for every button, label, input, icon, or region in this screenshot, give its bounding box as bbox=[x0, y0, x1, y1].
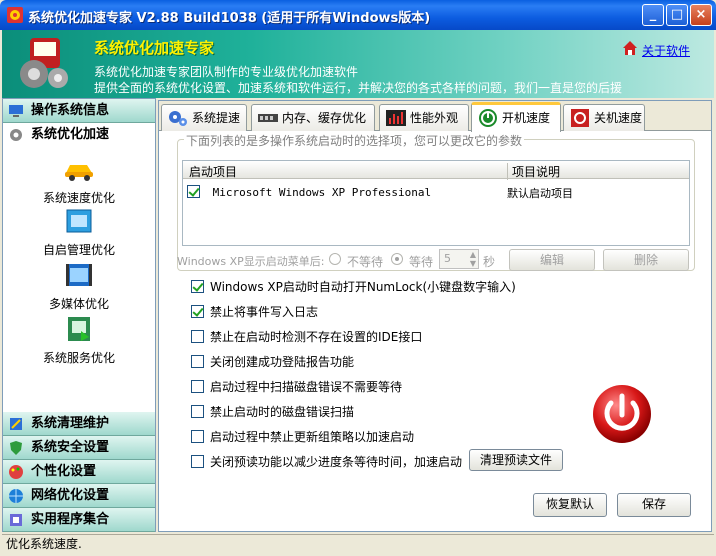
group-caption: 下面列表的是多操作系统启动时的选择项，您可以更改它的参数 bbox=[184, 132, 525, 149]
network-icon bbox=[9, 489, 23, 503]
option-checkbox[interactable] bbox=[191, 305, 204, 318]
tab-performance-appearance[interactable]: 性能外观 bbox=[379, 104, 469, 131]
app-icon bbox=[7, 7, 23, 23]
clear-prefetch-button[interactable]: 清理预读文件 bbox=[469, 449, 563, 471]
option-no-wait-disk-scan[interactable]: 启动过程中扫描磁盘错误不需要等待 bbox=[191, 378, 402, 396]
sidebar-category-optimize[interactable]: 系统优化加速 bbox=[3, 123, 155, 147]
sidebar-category-os-info[interactable]: 操作系统信息 bbox=[3, 99, 155, 123]
logo-icon bbox=[20, 38, 68, 88]
header-description-line2: 提供全面的系统优化设置、加速系统和软件运行，并解决您的各式各样的问题，我们一直是… bbox=[94, 81, 623, 95]
option-checkbox[interactable] bbox=[191, 355, 204, 368]
close-button[interactable]: × bbox=[690, 4, 712, 26]
palette-icon bbox=[9, 465, 23, 479]
option-checkbox[interactable] bbox=[191, 330, 204, 343]
maximize-button[interactable]: □ bbox=[666, 4, 688, 26]
main-panel: 系统提速 内存、缓存优化 性能外观 开机速度 关机速度 下面列表的是多操作系统启… bbox=[158, 100, 712, 532]
chart-icon bbox=[386, 110, 406, 126]
sidebar-category-cleanup[interactable]: 系统清理维护 bbox=[3, 412, 155, 436]
sidebar-item-multimedia[interactable]: 多媒体优化 bbox=[3, 261, 155, 312]
monitor-icon bbox=[9, 105, 23, 117]
power-icon bbox=[479, 109, 497, 127]
no-wait-label: 不等待 bbox=[347, 255, 384, 269]
seconds-label: 秒 bbox=[483, 255, 496, 269]
gears-icon bbox=[169, 111, 187, 126]
tab-shutdown-speed[interactable]: 关机速度 bbox=[563, 104, 645, 131]
delete-button[interactable]: 删除 bbox=[603, 249, 689, 271]
boot-item-description: 默认启动项目 bbox=[507, 187, 573, 200]
broom-icon bbox=[10, 418, 22, 430]
sidebar-bottom-categories: 系统清理维护 系统安全设置 个性化设置 网络优化设置 实用程序集合 bbox=[3, 412, 155, 532]
sidebar-items: 系统速度优化 自启管理优化 多媒体优化 系统服务优化 bbox=[3, 147, 155, 437]
boot-item-checkbox[interactable] bbox=[187, 185, 200, 198]
sidebar-category-tools[interactable]: 实用程序集合 bbox=[3, 508, 155, 532]
save-button[interactable]: 保存 bbox=[617, 493, 691, 517]
car-icon bbox=[65, 165, 93, 181]
sidebar-item-speed[interactable]: 系统速度优化 bbox=[3, 155, 155, 206]
boot-item-name: Microsoft Windows XP Professional bbox=[212, 186, 432, 199]
shutdown-icon bbox=[571, 109, 589, 127]
option-checkbox[interactable] bbox=[191, 430, 204, 443]
option-disable-group-policy-update[interactable]: 启动过程中禁止更新组策略以加速启动 bbox=[191, 428, 414, 446]
gear-icon bbox=[10, 129, 22, 141]
listview-header: 启动项目 项目说明 bbox=[183, 161, 689, 180]
boot-items-listview[interactable]: 启动项目 项目说明 Microsoft Windows XP Professio… bbox=[182, 160, 690, 246]
sidebar-category-personalize[interactable]: 个性化设置 bbox=[3, 460, 155, 484]
col-boot-item[interactable]: 启动项目 bbox=[189, 163, 237, 180]
service-icon bbox=[68, 317, 90, 341]
window-title: 系统优化加速专家 V2.88 Build1038 (适用于所有Windows版本… bbox=[28, 11, 431, 26]
header-title: 系统优化加速专家 bbox=[94, 39, 215, 57]
option-checkbox[interactable] bbox=[191, 455, 204, 468]
window-icon bbox=[66, 209, 92, 233]
tools-icon bbox=[10, 514, 22, 526]
memory-icon bbox=[258, 114, 278, 122]
spin-up-icon[interactable]: ▲ bbox=[470, 250, 476, 259]
tab-system-speedup[interactable]: 系统提速 bbox=[161, 104, 247, 131]
option-disable-event-log[interactable]: 禁止将事件写入日志 bbox=[191, 303, 318, 321]
sidebar-item-services[interactable]: 系统服务优化 bbox=[3, 315, 155, 366]
option-disable-prefetch[interactable]: 关闭预读功能以减少进度条等待时间，加速启动 bbox=[191, 453, 462, 471]
option-disable-disk-scan[interactable]: 禁止启动时的磁盘错误扫描 bbox=[191, 403, 354, 421]
home-icon[interactable] bbox=[622, 40, 638, 56]
option-checkbox[interactable] bbox=[191, 380, 204, 393]
status-text: 优化系统速度. bbox=[6, 537, 82, 551]
app-header: 系统优化加速专家 系统优化加速专家团队制作的专业级优化加速软件 提供全面的系统优… bbox=[2, 30, 714, 98]
wait-label: 等待 bbox=[409, 255, 434, 269]
option-checkbox[interactable] bbox=[191, 280, 204, 293]
title-bar: 系统优化加速专家 V2.88 Build1038 (适用于所有Windows版本… bbox=[0, 0, 716, 30]
option-numlock[interactable]: Windows XP启动时自动打开NumLock(小键盘数字输入) bbox=[191, 278, 516, 296]
status-bar: 优化系统速度. bbox=[2, 534, 714, 554]
option-skip-ide-detect[interactable]: 禁止在启动时检测不存在设置的IDE接口 bbox=[191, 328, 422, 346]
header-description-line1: 系统优化加速专家团队制作的专业级优化加速软件 bbox=[94, 65, 359, 79]
edit-button[interactable]: 编辑 bbox=[509, 249, 595, 271]
film-icon bbox=[66, 264, 92, 286]
power-button-icon bbox=[593, 385, 651, 443]
spin-down-icon[interactable]: ▼ bbox=[470, 259, 476, 268]
sidebar-category-network[interactable]: 网络优化设置 bbox=[3, 484, 155, 508]
about-software-link[interactable]: 关于软件 bbox=[642, 42, 690, 59]
sidebar-category-security[interactable]: 系统安全设置 bbox=[3, 436, 155, 460]
tab-memory-cache[interactable]: 内存、缓存优化 bbox=[251, 104, 375, 131]
minimize-button[interactable]: _ bbox=[642, 4, 664, 26]
sidebar-item-autostart[interactable]: 自启管理优化 bbox=[3, 207, 155, 258]
shield-icon bbox=[10, 441, 22, 455]
restore-default-button[interactable]: 恢复默认 bbox=[533, 493, 607, 517]
option-disable-login-report[interactable]: 关闭创建成功登陆报告功能 bbox=[191, 353, 354, 371]
tab-boot-speed[interactable]: 开机速度 bbox=[471, 102, 561, 132]
wait-radio[interactable] bbox=[391, 253, 403, 265]
boot-menu-label: Windows XP显示启动菜单后: bbox=[177, 255, 325, 268]
tab-bar: 系统提速 内存、缓存优化 性能外观 开机速度 关机速度 bbox=[159, 101, 711, 132]
list-item[interactable]: Microsoft Windows XP Professional 默认启动项目 bbox=[187, 185, 687, 201]
no-wait-radio[interactable] bbox=[329, 253, 341, 265]
option-checkbox[interactable] bbox=[191, 405, 204, 418]
wait-seconds-stepper[interactable]: 5 ▲ ▼ bbox=[439, 249, 479, 269]
boot-menu-row: Windows XP显示启动菜单后: 不等待 等待 5 ▲ ▼ 秒 编辑 删除 bbox=[177, 249, 697, 271]
col-item-description[interactable]: 项目说明 bbox=[507, 163, 560, 180]
sidebar: 操作系统信息 系统优化加速 系统速度优化 自启管理优化 多媒体优化 系统服务优化… bbox=[2, 98, 156, 532]
